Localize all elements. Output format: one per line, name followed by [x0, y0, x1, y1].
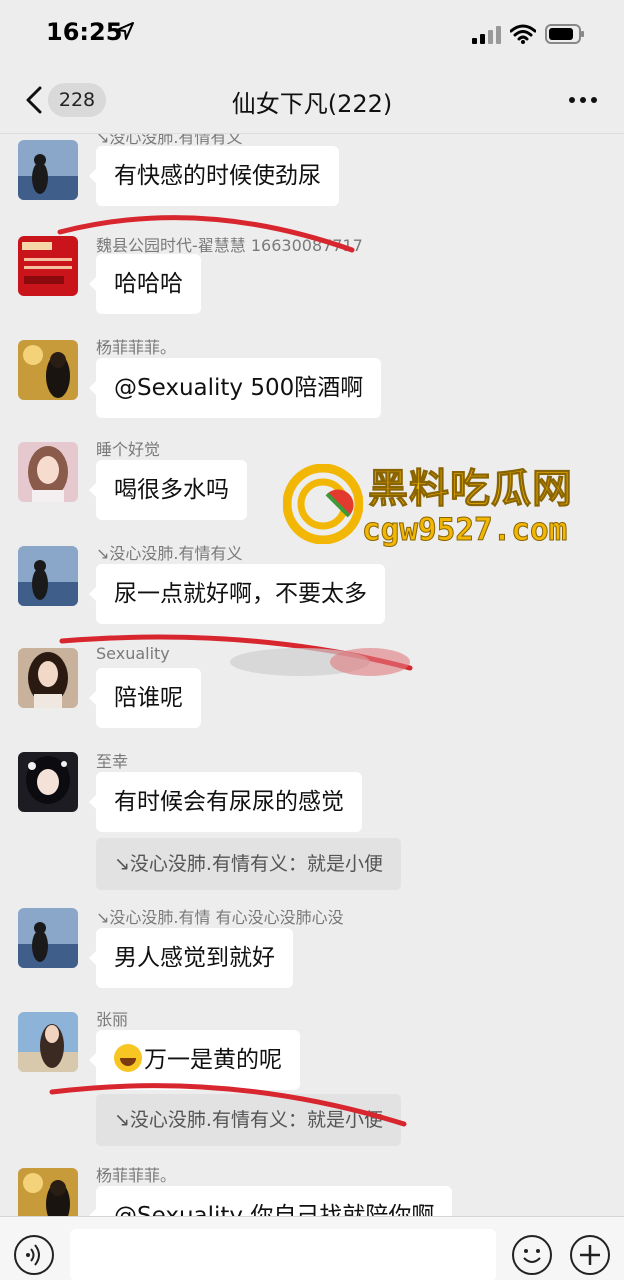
sender-name: 杨菲菲菲。 [96, 338, 177, 357]
avatar[interactable] [18, 908, 78, 968]
sender-name: 杨菲菲菲。 [96, 1166, 177, 1185]
signal-icon [472, 26, 501, 44]
location-arrow-icon [116, 22, 134, 40]
sender-name: 张丽 [96, 1010, 129, 1029]
voice-icon[interactable] [14, 1235, 54, 1275]
sender-name: 至幸 [96, 752, 129, 771]
message-bubble[interactable]: @Sexuality 你自己找就陪你啊 [88, 1186, 453, 1216]
avatar[interactable] [18, 546, 78, 606]
avatar[interactable] [18, 752, 78, 812]
wifi-icon [510, 24, 536, 44]
quoted-reply[interactable]: ↘没心没肺.有情有义：就是小便 [96, 1094, 401, 1146]
sender-name: ↘没心没肺.有情 有心没心没肺心没 [96, 908, 344, 927]
sender-name: ↘没心没肺.有情有义 [96, 544, 243, 563]
avatar[interactable] [18, 442, 78, 502]
avatar[interactable] [18, 340, 78, 400]
avatar[interactable] [18, 236, 78, 296]
quoted-reply[interactable]: ↘没心没肺.有情有义：就是小便 [96, 838, 401, 890]
avatar[interactable] [18, 1168, 78, 1216]
message-text: 万一是黄的呢 [144, 1047, 282, 1073]
watermark-title: 黑料吃瓜网 [368, 466, 573, 513]
message-bubble[interactable]: 喝很多水吗 [89, 460, 247, 520]
status-bar: 16:25 [0, 0, 624, 64]
avatar[interactable] [18, 1012, 78, 1072]
sender-name: 睡个好觉 [96, 440, 161, 459]
input-bar [0, 1216, 624, 1280]
message-bubble[interactable]: 有快感的时候使劲尿 [89, 146, 339, 206]
sender-name: 魏县公园时代-翟慧慧 16630087717 [96, 236, 363, 255]
chat-header: 228 仙女下凡(222) [0, 64, 624, 134]
message-input[interactable] [70, 1229, 496, 1280]
message-list[interactable]: ↘没心没肺.有情有义 有快感的时候使劲尿 魏县公园时代-翟慧慧 16630087… [0, 134, 624, 1216]
battery-icon [545, 24, 584, 44]
chat-title: 仙女下凡(222) [231, 90, 393, 118]
message-bubble[interactable]: @Sexuality 500陪酒啊 [88, 358, 382, 418]
sender-name: Sexuality [96, 644, 170, 663]
more-dots-icon[interactable] [568, 96, 598, 104]
add-icon[interactable] [570, 1235, 610, 1275]
avatar[interactable] [18, 140, 78, 200]
message-bubble[interactable]: 男人感觉到就好 [89, 928, 293, 988]
status-time: 16:25 [46, 18, 123, 46]
avatar[interactable] [18, 648, 78, 708]
emoji-icon[interactable] [512, 1235, 552, 1275]
watermark-logo-icon [283, 464, 363, 544]
message-bubble[interactable]: 万一是黄的呢 [89, 1030, 300, 1090]
message-bubble[interactable]: 尿一点就好啊，不要太多 [89, 564, 385, 624]
watermark-url: cgw9527.com [361, 512, 568, 549]
message-bubble[interactable]: 陪谁呢 [89, 668, 201, 728]
message-bubble[interactable]: 哈哈哈 [89, 254, 201, 314]
laughing-tears-emoji-icon [114, 1044, 142, 1072]
message-bubble[interactable]: 有时候会有尿尿的感觉 [89, 772, 362, 832]
